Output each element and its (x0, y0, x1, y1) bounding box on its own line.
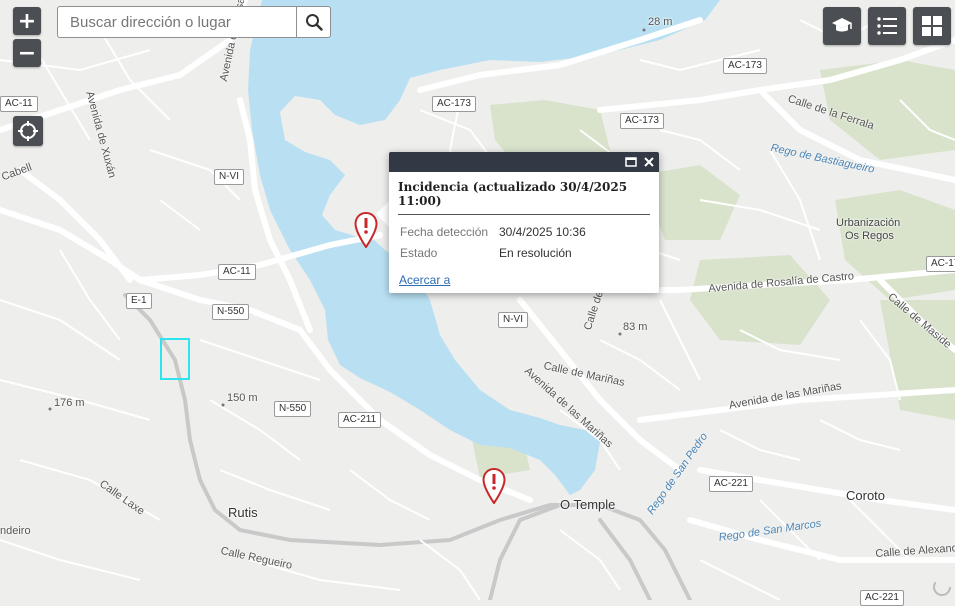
place-label: Coroto (846, 488, 886, 503)
road-shield: AC-221 (709, 476, 753, 492)
attribute-label: Estado (400, 246, 438, 260)
place-label: ndeiro (0, 525, 31, 537)
popup-header (389, 152, 659, 172)
close-icon[interactable] (643, 156, 655, 168)
grid-icon (922, 16, 942, 36)
attribute-row: Estado En resolución (398, 242, 588, 263)
attribute-value: En resolución (499, 246, 572, 260)
maximize-icon[interactable] (625, 156, 637, 168)
elevation-label: 150 m (227, 392, 258, 404)
elevation-label: 28 m (648, 16, 673, 28)
popup-title: Incidencia (actualizado 30/4/2025 11:00) (398, 180, 650, 215)
road-shield: AC-211 (338, 412, 382, 428)
attribute-value: 30/4/2025 10:36 (499, 225, 586, 239)
locate-button[interactable] (13, 116, 43, 146)
road-shield: AC-11 (0, 96, 38, 112)
crosshair-icon (18, 121, 38, 141)
road-shield: AC-173 (620, 113, 664, 129)
popup-pointer (376, 200, 390, 228)
attribute-label: Fecha detección (400, 225, 489, 239)
attribute-row: Fecha detección 30/4/2025 10:36 (398, 221, 588, 242)
list-icon (877, 17, 897, 35)
road-shield: AC-173 (432, 96, 476, 112)
search-button[interactable] (297, 6, 331, 38)
incident-popup: Incidencia (actualizado 30/4/2025 11:00)… (389, 152, 659, 293)
zoom-out-button[interactable]: − (13, 39, 41, 67)
road-shield: AC-11 (218, 264, 256, 280)
road-shield: E-1 (126, 293, 152, 309)
road-shield: N-550 (274, 401, 312, 417)
incident-marker-icon[interactable] (482, 468, 506, 504)
popup-body: Incidencia (actualizado 30/4/2025 11:00)… (389, 172, 659, 271)
mortarboard-icon (832, 18, 852, 32)
zoom-to-link[interactable]: Acercar a (399, 273, 450, 287)
place-label: Rutis (228, 505, 258, 520)
popup-attributes: Fecha detección 30/4/2025 10:36 Estado E… (398, 221, 588, 263)
layer-list-button[interactable] (868, 7, 906, 45)
road-shield: N-VI (214, 169, 244, 185)
search-input[interactable] (58, 7, 296, 37)
road-shield: AC-173 (723, 58, 767, 74)
basemap-gallery-button[interactable] (913, 7, 951, 45)
place-label: O Temple (560, 497, 616, 512)
elevation-label: 83 m (623, 321, 648, 333)
incident-marker-icon[interactable] (354, 212, 378, 248)
legend-button[interactable] (823, 7, 861, 45)
road-shield: AC-221 (860, 590, 904, 606)
place-label: Os Regos (845, 230, 894, 242)
road-shield: AC-174 (926, 256, 955, 272)
search-box (57, 6, 297, 38)
place-label: Urbanización (836, 217, 901, 229)
road-shield: N-550 (212, 304, 250, 320)
elevation-label: 176 m (54, 397, 85, 409)
search-icon (305, 14, 323, 31)
road-shield: N-VI (498, 312, 528, 328)
zoom-in-button[interactable]: + (13, 7, 41, 35)
